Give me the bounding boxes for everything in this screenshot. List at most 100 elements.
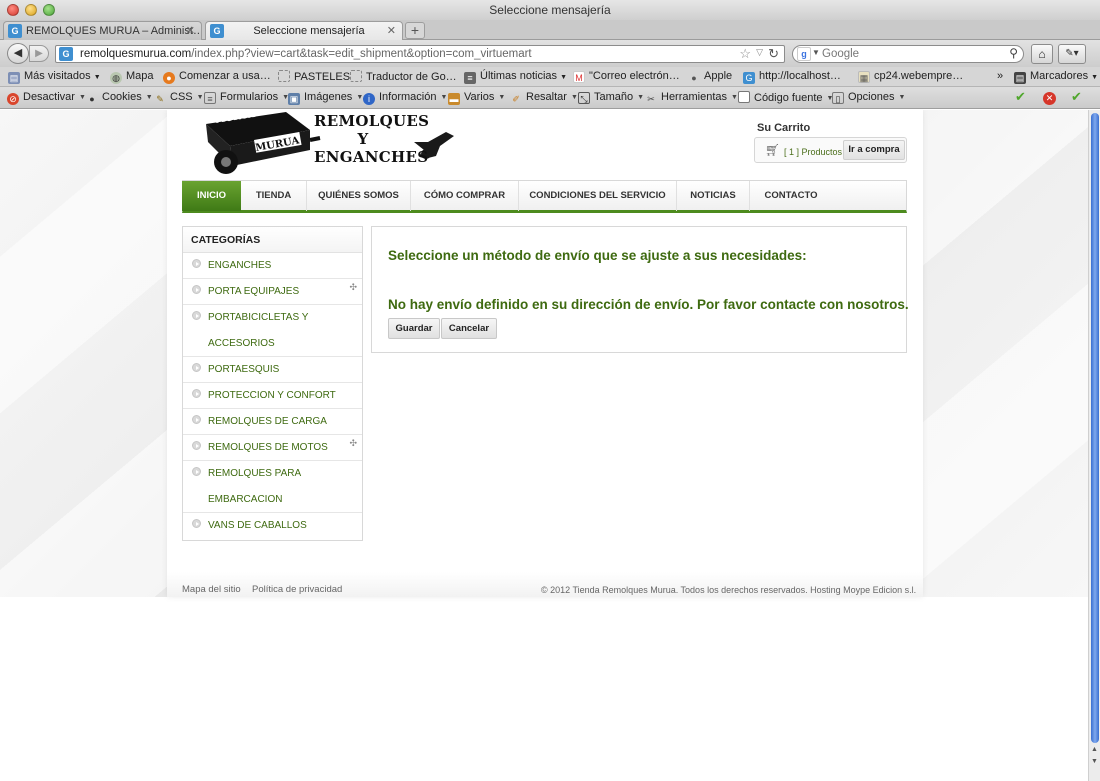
footer-sitemap-link[interactable]: Mapa del sitio (182, 584, 241, 595)
forward-button[interactable]: ▶ (29, 45, 49, 62)
home-button[interactable]: ⌂ (1031, 44, 1053, 64)
menu-item-quienes-somos[interactable]: QUIÉNES SOMOS (307, 181, 411, 211)
expand-icon[interactable]: ✣ (349, 438, 357, 449)
bookmark-map[interactable]: ◍ Mapa (110, 70, 154, 84)
url-text[interactable]: remolquesmurua.com/index.php?view=cart&t… (80, 48, 532, 60)
menu-item-como-comprar[interactable]: CÓMO COMPRAR (411, 181, 519, 211)
logo-line: ENGANCHES (314, 148, 429, 166)
reload-icon[interactable]: ↻ (768, 46, 779, 62)
wd-cookies-menu[interactable]: ● Cookies ▼ (86, 91, 152, 105)
cancel-button[interactable]: Cancelar (441, 318, 497, 339)
window-close-button[interactable] (7, 4, 19, 16)
chevron-down-icon: ▼ (560, 74, 568, 81)
wd-images-menu[interactable]: ▣ Imágenes ▼ (288, 91, 363, 105)
google-icon[interactable]: g (797, 47, 811, 61)
save-button[interactable]: Guardar (388, 318, 440, 339)
address-bar[interactable]: G remolquesmurua.com/index.php?view=cart… (55, 45, 785, 63)
chevron-down-icon: ▼ (898, 94, 906, 101)
wd-label: Imágenes (304, 91, 353, 103)
tab-admin[interactable]: G REMOLQUES MURUA – Administ… ✕ (3, 21, 202, 40)
menu-item-inicio[interactable]: INICIO (182, 181, 241, 211)
css-valid-check-icon[interactable]: ✔ (1015, 89, 1026, 105)
menu-item-condiciones[interactable]: CONDICIONES DEL SERVICIO (519, 181, 677, 211)
category-portaesquis[interactable]: PORTAESQUIS (183, 357, 362, 383)
menu-item-tienda[interactable]: TIENDA (241, 181, 307, 211)
window-minimize-button[interactable] (25, 4, 37, 16)
category-remolques-embarcacion[interactable]: REMOLQUES PARA EMBARCACION (183, 461, 362, 513)
wd-label: CSS (170, 91, 193, 103)
search-bar[interactable]: g ▼ Google ⚲ (792, 45, 1024, 63)
bookmark-most-visited[interactable]: ▤ Más visitados ▼ (8, 70, 101, 84)
category-label: PORTA EQUIPAJES (208, 286, 300, 297)
bookmark-cp24[interactable]: ▦ cp24.webempre… (858, 70, 963, 83)
category-porta-equipajes[interactable]: PORTA EQUIPAJES ✣ (183, 279, 362, 305)
window-zoom-button[interactable] (43, 4, 55, 16)
bookmarks-menu[interactable]: ▤ Marcadores ▼ (1014, 70, 1098, 84)
site-logo[interactable]: MURUA MURUA REMOLQUES Y ENGANCHES (202, 110, 462, 176)
bookmark-label: Más visitados (24, 70, 91, 82)
expand-icon[interactable]: ✣ (349, 282, 357, 293)
bookmark-pasteles[interactable]: PASTELES (278, 70, 350, 83)
menu-item-contacto[interactable]: CONTACTO (750, 181, 832, 211)
back-button[interactable]: ◀ (7, 43, 29, 64)
category-label: REMOLQUES DE MOTOS (208, 442, 328, 453)
bookmark-apple[interactable]: ● Apple (688, 70, 732, 84)
category-enganches[interactable]: ENGANCHES (183, 253, 362, 279)
wd-label: Cookies (102, 91, 142, 103)
chevron-down-icon: ▼ (440, 94, 448, 101)
wd-disable-menu[interactable]: ⊘ Desactivar ▼ (7, 91, 86, 105)
footer-privacy-link[interactable]: Política de privacidad (252, 584, 342, 595)
bookmark-email[interactable]: M "Correo electrón… (573, 70, 680, 83)
menu-item-noticias[interactable]: NOTICIAS (677, 181, 750, 211)
site-favicon-icon: G (59, 47, 73, 61)
category-remolques-motos[interactable]: REMOLQUES DE MOTOS ✣ (183, 435, 362, 461)
url-history-dropdown-icon[interactable]: ▽ (756, 47, 763, 58)
bookmarks-overflow-icon[interactable]: » (997, 70, 1003, 82)
wd-forms-menu[interactable]: ≡ Formularios ▼ (204, 91, 289, 104)
checkout-button[interactable]: Ir a compra (843, 140, 905, 160)
wd-outline-menu[interactable]: ✐ Resaltar ▼ (510, 91, 578, 105)
category-proteccion-confort[interactable]: PROTECCION Y CONFORT (183, 383, 362, 409)
tab-current[interactable]: G Seleccione mensajería ✕ (205, 21, 403, 40)
wd-label: Información (379, 91, 437, 103)
vertical-scrollbar[interactable]: ▲ ▼ (1088, 110, 1100, 781)
wd-view-source-menu[interactable]: Código fuente ▼ (738, 91, 833, 104)
cart-product-count[interactable]: [ 1 ] Productos (784, 147, 842, 157)
new-tab-button[interactable]: + (405, 22, 425, 39)
wd-label: Tamaño (594, 91, 634, 103)
wd-css-menu[interactable]: ✎ CSS ▼ (154, 91, 203, 105)
category-portabicicletas[interactable]: PORTABICICLETAS Y ACCESORIOS (183, 305, 362, 357)
wd-information-menu[interactable]: i Información ▼ (363, 91, 447, 105)
shopping-cart-icon[interactable]: 🛒︎ (765, 143, 780, 157)
search-icon[interactable]: ⚲ (1009, 46, 1018, 60)
addon-menu-button[interactable]: ✎▾ (1058, 44, 1086, 64)
tab-close-icon[interactable]: ✕ (387, 22, 396, 40)
wd-resize-menu[interactable]: ⤡ Tamaño ▼ (578, 91, 644, 104)
category-label: PORTAESQUIS (208, 364, 280, 375)
bookmark-getting-started[interactable]: ● Comenzar a usa… (163, 70, 271, 84)
tab-bar: G REMOLQUES MURUA – Administ… ✕ G Selecc… (0, 20, 1100, 40)
scrollbar-thumb[interactable] (1091, 113, 1099, 743)
bookmark-localhost[interactable]: Ghttp://localhost… (743, 70, 841, 84)
wd-label: Código fuente (754, 92, 823, 104)
wd-options-menu[interactable]: ▯ Opciones ▼ (832, 91, 905, 104)
category-remolques-carga[interactable]: REMOLQUES DE CARGA (183, 409, 362, 435)
cart-title: Su Carrito (757, 122, 811, 134)
wd-tools-menu[interactable]: ✂ Herramientas ▼ (645, 91, 738, 105)
wd-misc-menu[interactable]: ▬ Varios ▼ (448, 91, 505, 105)
js-error-icon[interactable]: ✕ (1043, 90, 1060, 105)
category-vans-caballos[interactable]: VANS DE CABALLOS (183, 513, 362, 539)
tab-close-icon[interactable]: ✕ (186, 22, 195, 40)
form-icon: ≡ (204, 92, 216, 104)
scroll-up-icon[interactable]: ▲ (1091, 746, 1098, 753)
html-valid-check-icon[interactable]: ✔ (1071, 89, 1082, 105)
bookmark-translator[interactable]: Traductor de Go… (350, 70, 457, 83)
search-input[interactable]: Google (822, 48, 859, 60)
bookmark-star-icon[interactable]: ☆ (739, 46, 751, 62)
bookmark-latest-news[interactable]: ≡ Últimas noticias ▼ (464, 70, 567, 84)
tools-icon: ✂ (647, 94, 655, 104)
search-engine-dropdown-icon[interactable]: ▼ (812, 48, 820, 57)
page-heading: Seleccione un método de envío que se aju… (388, 248, 807, 263)
info-icon: i (363, 93, 375, 105)
scroll-down-icon[interactable]: ▼ (1091, 758, 1098, 765)
